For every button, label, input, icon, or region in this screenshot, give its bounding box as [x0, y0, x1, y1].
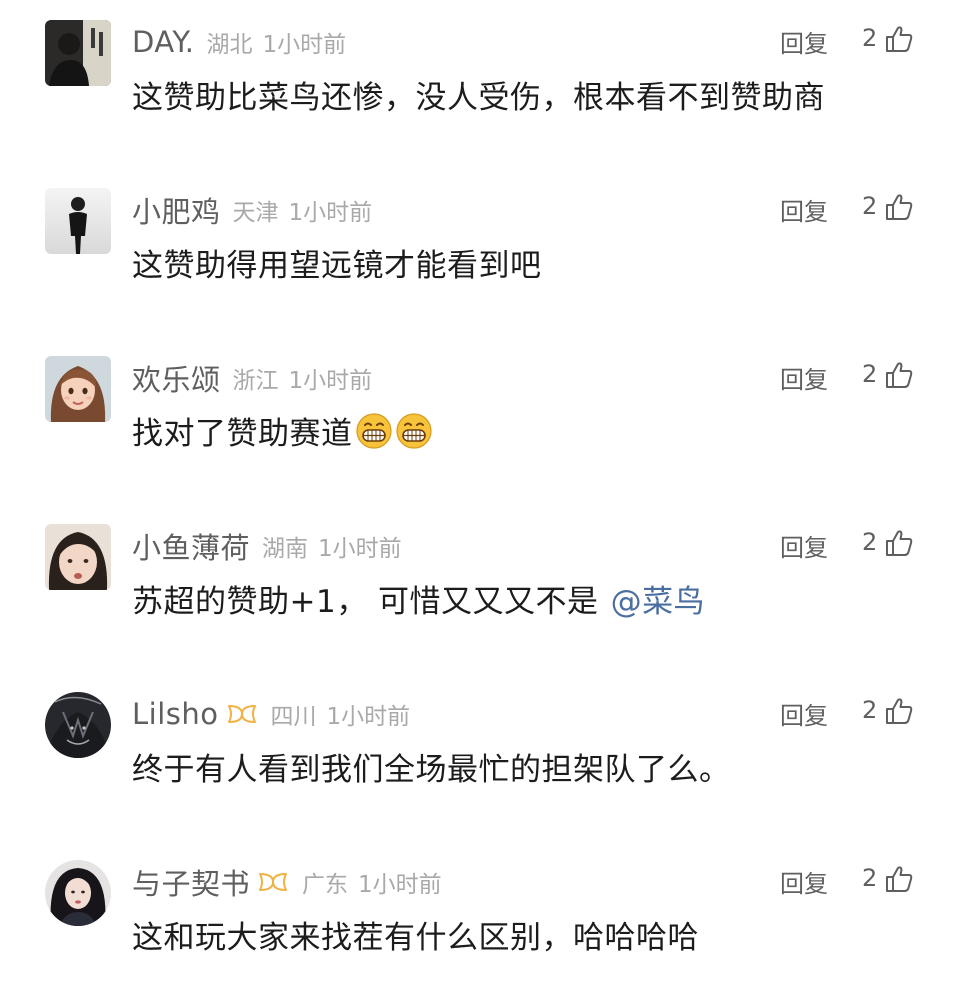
- thumbs-up-icon[interactable]: [884, 360, 914, 390]
- timestamp: 1小时前: [262, 32, 347, 58]
- region-label: 湖北: [206, 32, 253, 58]
- comment-item: Lilsho 四川 1小时前 终于有人看到我们全场最忙的担架队了么。 回复 2: [0, 672, 960, 840]
- thumbs-up-icon[interactable]: [884, 864, 914, 894]
- thumbs-up-icon[interactable]: [884, 696, 914, 726]
- reply-button[interactable]: 回复: [780, 24, 828, 59]
- reply-button[interactable]: 回复: [780, 864, 828, 899]
- username[interactable]: 小鱼薄荷: [132, 525, 250, 567]
- comment-body: 终于有人看到我们全场最忙的担架队了么。: [132, 752, 731, 788]
- comment-text: 这和玩大家来找茬有什么区别，哈哈哈哈: [132, 912, 699, 957]
- vip-badge-icon: [225, 702, 259, 726]
- like-count: 2: [862, 528, 878, 556]
- comment-meta: 欢乐颂 浙江 1小时前: [132, 358, 372, 398]
- avatar[interactable]: [45, 20, 111, 86]
- region-label: 湖南: [262, 536, 309, 562]
- comment-meta: 小鱼薄荷 湖南 1小时前: [132, 526, 402, 566]
- timestamp: 1小时前: [358, 872, 442, 898]
- comment-item: 欢乐颂 浙江 1小时前 找对了赞助赛道 回复 2: [0, 336, 960, 504]
- comment-body: 这赞助得用望远镜才能看到吧: [132, 248, 542, 284]
- comment-text: 苏超的赞助+1， 可惜又又又不是 @菜鸟: [132, 576, 705, 621]
- comment-meta: Lilsho 四川 1小时前: [132, 694, 410, 734]
- region-label: 天津: [232, 200, 279, 226]
- comment-text: 这赞助比菜鸟还惨，没人受伤，根本看不到赞助商: [132, 72, 825, 117]
- thumbs-up-icon[interactable]: [884, 24, 914, 54]
- reply-button[interactable]: 回复: [780, 528, 828, 563]
- comment-meta: DAY. 湖北 1小时前: [132, 22, 346, 62]
- comment-text: 这赞助得用望远镜才能看到吧: [132, 240, 542, 285]
- username[interactable]: 小肥鸡: [132, 189, 221, 231]
- username[interactable]: 欢乐颂: [132, 357, 221, 399]
- region-label: 广东: [302, 872, 349, 898]
- comment-text: 终于有人看到我们全场最忙的担架队了么。: [132, 744, 731, 789]
- comment-item: 小肥鸡 天津 1小时前 这赞助得用望远镜才能看到吧 回复 2: [0, 168, 960, 336]
- thumbs-up-icon[interactable]: [884, 192, 914, 222]
- avatar[interactable]: [45, 356, 111, 422]
- comment-item: 与子契书 广东 1小时前 这和玩大家来找茬有什么区别，哈哈哈哈 回复 2: [0, 840, 960, 1008]
- like-count: 2: [862, 24, 878, 52]
- comment-item: 小鱼薄荷 湖南 1小时前 苏超的赞助+1， 可惜又又又不是 @菜鸟 回复 2: [0, 504, 960, 672]
- avatar[interactable]: [45, 188, 111, 254]
- comment-body: 这和玩大家来找茬有什么区别，哈哈哈哈: [132, 920, 699, 956]
- comment-body: 找对了赞助赛道: [132, 416, 353, 452]
- timestamp: 1小时前: [318, 536, 402, 562]
- comment-meta: 小肥鸡 天津 1小时前: [132, 190, 372, 230]
- comment-item: DAY. 湖北 1小时前 这赞助比菜鸟还惨，没人受伤，根本看不到赞助商 回复 2: [0, 0, 960, 168]
- like-count: 2: [862, 696, 878, 724]
- like-count: 2: [862, 192, 878, 220]
- username[interactable]: 与子契书: [132, 861, 250, 903]
- username[interactable]: Lilsho: [132, 697, 219, 731]
- mention-link[interactable]: @菜鸟: [611, 576, 706, 621]
- timestamp: 1小时前: [288, 200, 373, 226]
- avatar[interactable]: [45, 692, 111, 758]
- comment-body: 这赞助比菜鸟还惨，没人受伤，根本看不到赞助商: [132, 80, 825, 116]
- avatar[interactable]: [45, 524, 111, 590]
- comment-body: 苏超的赞助+1， 可惜又又又不是: [132, 584, 599, 620]
- grinning-emoji-icon: [395, 412, 433, 450]
- reply-button[interactable]: 回复: [780, 696, 828, 731]
- vip-badge-icon: [256, 870, 290, 894]
- comment-meta: 与子契书 广东 1小时前: [132, 862, 442, 902]
- grinning-emoji-icon: [355, 412, 393, 450]
- like-count: 2: [862, 360, 878, 388]
- thumbs-up-icon[interactable]: [884, 528, 914, 558]
- timestamp: 1小时前: [326, 704, 411, 730]
- comment-text: 找对了赞助赛道: [132, 408, 433, 453]
- like-count: 2: [862, 864, 878, 892]
- region-label: 浙江: [232, 368, 279, 394]
- region-label: 四川: [270, 704, 317, 730]
- reply-button[interactable]: 回复: [780, 192, 828, 227]
- avatar[interactable]: [45, 860, 111, 926]
- timestamp: 1小时前: [288, 368, 373, 394]
- username[interactable]: DAY.: [132, 25, 194, 59]
- reply-button[interactable]: 回复: [780, 360, 828, 395]
